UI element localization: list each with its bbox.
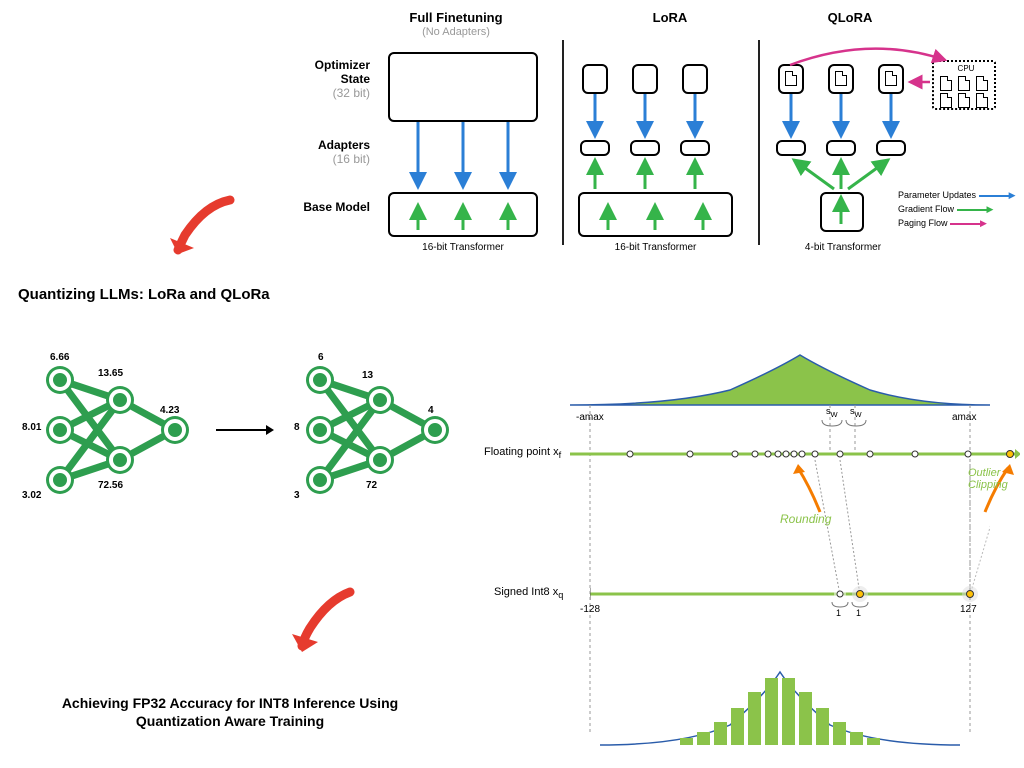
red-arrow-1 — [160, 190, 250, 270]
legend-param-label: Parameter Updates — [898, 190, 976, 200]
row3-text: Base Model — [303, 200, 370, 214]
row2-text: Adapters — [318, 138, 370, 152]
separator-1 — [562, 40, 564, 245]
nnR-v1: 13 — [362, 370, 373, 381]
nnR-v3: 4 — [428, 405, 434, 416]
fp-axis — [570, 444, 1020, 464]
ft-arrows — [388, 122, 538, 192]
row3-label: Base Model — [290, 200, 370, 214]
ft-caption: 16-bit Transformer — [388, 242, 538, 253]
legend-page-label: Paging Flow — [898, 218, 948, 228]
lora-arrows — [578, 94, 738, 194]
int-max: 127 — [960, 604, 977, 615]
nnR-v0: 6 — [318, 352, 324, 363]
nn-right: 6 13 8 4 3 72 — [280, 350, 470, 510]
int-min: -128 — [580, 604, 600, 615]
fp-label: Floating point xf — [484, 446, 561, 460]
rounding-label: Rounding — [780, 512, 831, 526]
nnL-v1: 13.65 — [98, 368, 123, 379]
sw-braces — [820, 418, 870, 432]
ft-optimizer-box — [388, 52, 538, 122]
row2-label: Adapters (16 bit) — [290, 138, 370, 166]
row1-text: Optimizer State — [315, 58, 370, 86]
sw1: sW — [826, 406, 838, 419]
int-axis — [590, 584, 990, 604]
legend-grad: Gradient Flow ▶ — [898, 204, 1015, 215]
row1-sub: (32 bit) — [290, 86, 370, 100]
legend: Parameter Updates ▶ Gradient Flow ▶ Pagi… — [898, 190, 1015, 232]
nnL-v0: 6.66 — [50, 352, 69, 363]
quantization-diagram: -amax amax sW sW Floating point xf Round… — [490, 350, 1010, 760]
int-sub: q — [558, 590, 563, 600]
nnR-v2: 8 — [294, 422, 300, 433]
lora-green2 — [578, 200, 733, 230]
col1-title: Full Finetuning — [386, 10, 526, 25]
nnR-v4: 3 — [294, 490, 300, 501]
lora-caption: 16-bit Transformer — [578, 242, 733, 253]
col2-title: LoRA — [600, 10, 740, 25]
section1-title: Quantizing LLMs: LoRa and QLoRa — [18, 286, 270, 303]
amax-neg: -amax — [576, 412, 604, 423]
nnL-v2: 8.01 — [22, 422, 41, 433]
lora-opt2 — [632, 64, 658, 94]
fp-sub: f — [559, 450, 562, 460]
col1-subtitle: (No Adapters) — [386, 26, 526, 38]
legend-page: Paging Flow ▶ — [898, 218, 1015, 229]
row1-label: Optimizer State (32 bit) — [290, 58, 370, 100]
dist-bottom — [600, 660, 960, 750]
nn-left: 6.66 13.65 8.01 4.23 3.02 72.56 — [20, 350, 210, 510]
section2-title: Achieving FP32 Accuracy for INT8 Inferen… — [40, 694, 420, 730]
int-text: Signed Int8 x — [494, 586, 558, 598]
finetuning-comparison-diagram: Full Finetuning (No Adapters) LoRA QLoRA… — [300, 10, 1000, 274]
ql-caption: 4-bit Transformer — [788, 242, 898, 253]
clipping-label: Outlier Clipping — [968, 467, 1018, 491]
int-label: Signed Int8 xq — [494, 586, 563, 600]
nn-transform-arrow — [216, 420, 276, 440]
int-braces — [830, 600, 874, 612]
lora-opt3 — [682, 64, 708, 94]
lora-opt1 — [582, 64, 608, 94]
nnL-v4: 3.02 — [22, 490, 41, 501]
row2-sub: (16 bit) — [290, 152, 370, 166]
fp-text: Floating point x — [484, 446, 559, 458]
nnL-v3: 4.23 — [160, 405, 179, 416]
paging-arrows — [770, 40, 1010, 100]
amax-pos: amax — [952, 412, 976, 423]
sw2: sW — [850, 406, 862, 419]
col3-title: QLoRA — [780, 10, 920, 25]
legend-grad-label: Gradient Flow — [898, 204, 954, 214]
legend-param: Parameter Updates ▶ — [898, 190, 1015, 201]
nnL-v5: 72.56 — [98, 480, 123, 491]
separator-2 — [758, 40, 760, 245]
nnR-v5: 72 — [366, 480, 377, 491]
dist-top — [570, 350, 990, 410]
red-arrow-2 — [280, 580, 370, 670]
ft-green-arrows — [388, 200, 538, 230]
